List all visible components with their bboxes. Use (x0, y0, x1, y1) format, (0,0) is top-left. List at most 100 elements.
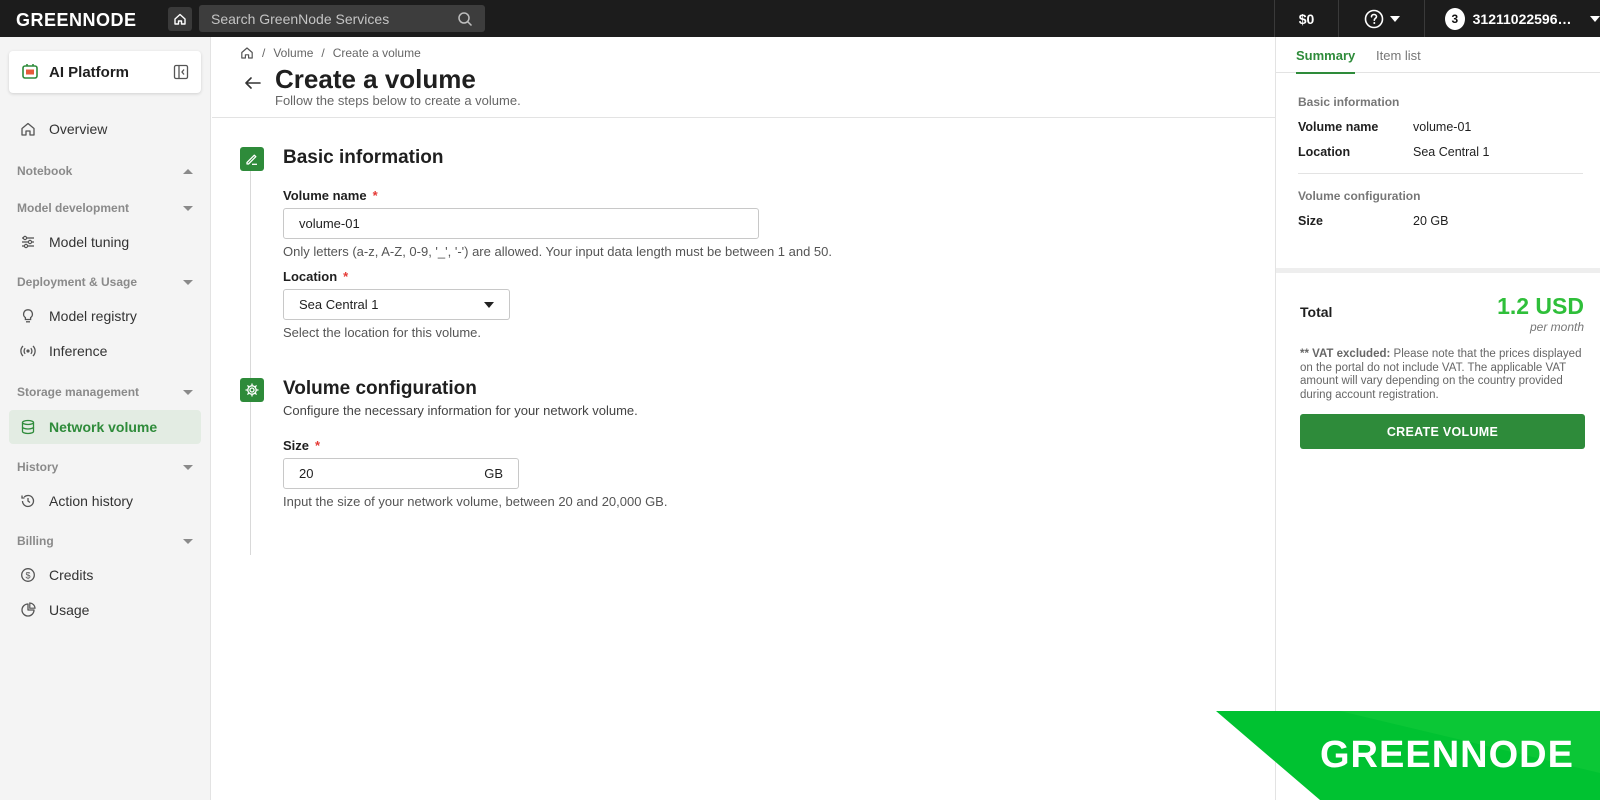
size-label: Size * (283, 438, 320, 453)
main-content: / Volume / Create a volume Create a volu… (212, 37, 1275, 800)
location-selected-value: Sea Central 1 (299, 297, 379, 312)
tab-item-list[interactable]: Item list (1376, 48, 1421, 72)
summary-divider (1298, 173, 1583, 174)
sidebar-item-action-history[interactable]: Action history (9, 484, 201, 518)
sidebar-item-model-tuning[interactable]: Model tuning (9, 225, 201, 259)
sidebar-group-deployment-usage[interactable]: Deployment & Usage (17, 272, 193, 292)
size-unit: GB (484, 466, 503, 481)
gear-icon (245, 383, 259, 397)
chevron-down-icon (183, 389, 193, 395)
summary-location-key: Location (1298, 145, 1351, 159)
sidebar-item-label: Inference (49, 343, 108, 359)
required-mark: * (315, 438, 321, 453)
page-subtitle: Follow the steps below to create a volum… (275, 93, 521, 108)
home-icon[interactable] (240, 46, 254, 60)
group-label: Storage management (17, 385, 140, 399)
summary-tabs: Summary Item list (1276, 37, 1600, 74)
database-icon (21, 419, 35, 435)
step-rail (250, 402, 251, 555)
volume-name-input[interactable] (283, 208, 759, 239)
user-menu[interactable]: 3 31211022596@st... (1424, 0, 1600, 37)
group-label: Notebook (17, 164, 73, 178)
user-email: 31211022596@st... (1472, 10, 1582, 27)
sidebar-item-inference[interactable]: Inference (9, 334, 201, 368)
chevron-down-icon (183, 205, 193, 211)
required-mark: * (372, 188, 378, 203)
ai-platform-icon (22, 64, 38, 79)
group-label: Model development (17, 201, 130, 215)
sidebar-item-label: Action history (49, 493, 134, 509)
summary-panel: Summary Item list Basic information Volu… (1275, 37, 1600, 800)
sidebar-group-history[interactable]: History (17, 457, 193, 477)
create-volume-button[interactable]: CREATE VOLUME (1300, 414, 1585, 449)
sidebar-group-storage-management[interactable]: Storage management (17, 382, 193, 402)
price-period: per month (1529, 320, 1584, 334)
sidebar-item-usage[interactable]: Usage (9, 593, 201, 627)
location-label: Location * (283, 269, 348, 284)
sidebar-item-label: Credits (49, 567, 94, 583)
back-arrow-icon[interactable] (244, 76, 262, 90)
logo-text: GREENNODE (16, 10, 137, 28)
search-input[interactable] (211, 10, 441, 27)
group-label: History (17, 460, 59, 474)
section-title-basic: Basic information (283, 147, 444, 168)
chevron-down-icon (1389, 15, 1400, 22)
home-icon (21, 122, 35, 136)
summary-location-value: Sea Central 1 (1413, 145, 1490, 159)
search-icon[interactable] (457, 11, 473, 27)
section-title-config: Volume configuration (283, 378, 477, 399)
location-select[interactable]: Sea Central 1 (283, 289, 510, 320)
step-basic-icon (240, 147, 264, 171)
sidebar-group-model-development[interactable]: Model development (17, 198, 193, 218)
label-text: Location (283, 269, 338, 284)
page-title: Create a volume (275, 64, 476, 94)
chevron-down-icon (183, 538, 193, 544)
balance-display[interactable]: $0 (1274, 0, 1338, 37)
size-input[interactable] (299, 466, 479, 481)
breadcrumb-separator: / (321, 46, 325, 60)
chevron-up-icon (183, 168, 193, 174)
vat-notice: ** VAT excluded: Please note that the pr… (1300, 348, 1585, 402)
sidebar-item-network-volume[interactable]: Network volume (9, 410, 201, 444)
platform-switcher[interactable]: AI Platform (9, 51, 201, 93)
sidebar-item-overview[interactable]: Overview (9, 112, 201, 146)
summary-separator (1276, 268, 1600, 273)
sidebar-item-model-registry[interactable]: Model registry (9, 299, 201, 333)
sidebar: AI Platform Overview Notebook Model deve… (0, 37, 211, 800)
sidebar-item-credits[interactable]: $ Credits (9, 558, 201, 592)
total-price: 1.2 USD (1497, 293, 1584, 319)
size-field[interactable]: GB (283, 458, 519, 489)
breadcrumb-separator: / (262, 46, 266, 60)
summary-config-heading: Volume configuration (1298, 189, 1421, 203)
lightbulb-icon (22, 309, 34, 323)
search-bar[interactable] (199, 5, 485, 32)
history-icon (21, 494, 35, 508)
group-label: Deployment & Usage (17, 275, 138, 289)
help-menu[interactable] (1338, 0, 1424, 37)
step-config-icon (240, 378, 264, 402)
summary-volume-name-value: volume-01 (1413, 120, 1472, 134)
summary-size-value: 20 GB (1413, 214, 1449, 228)
sidebar-item-label: Network volume (49, 419, 158, 435)
label-text: Size (283, 438, 310, 453)
summary-volume-name-key: Volume name (1298, 120, 1379, 134)
sidebar-group-notebook[interactable]: Notebook (17, 161, 193, 181)
step-rail (250, 171, 251, 387)
dollar-circle-icon: $ (21, 568, 35, 582)
total-label: Total (1300, 304, 1333, 320)
sliders-icon (22, 235, 34, 249)
top-bar: GREENNODE $0 3 31211022596@st... (0, 0, 1600, 37)
chevron-down-icon (484, 301, 494, 308)
collapse-sidebar-icon[interactable] (173, 64, 189, 80)
banner-logo-text: GREENNODE (1320, 734, 1574, 776)
volume-name-help: Only letters (a-z, A-Z, 0-9, '_', '-') a… (283, 244, 833, 259)
sidebar-group-billing[interactable]: Billing (17, 531, 193, 551)
edit-icon (246, 154, 257, 165)
breadcrumb-link-volume[interactable]: Volume (273, 46, 313, 60)
sidebar-item-label: Overview (49, 121, 108, 137)
section-desc-config: Configure the necessary information for … (283, 403, 638, 418)
greennode-logo[interactable]: GREENNODE (16, 9, 144, 29)
home-button[interactable] (168, 6, 192, 31)
chevron-down-icon (183, 464, 193, 470)
tab-summary[interactable]: Summary (1296, 48, 1356, 74)
